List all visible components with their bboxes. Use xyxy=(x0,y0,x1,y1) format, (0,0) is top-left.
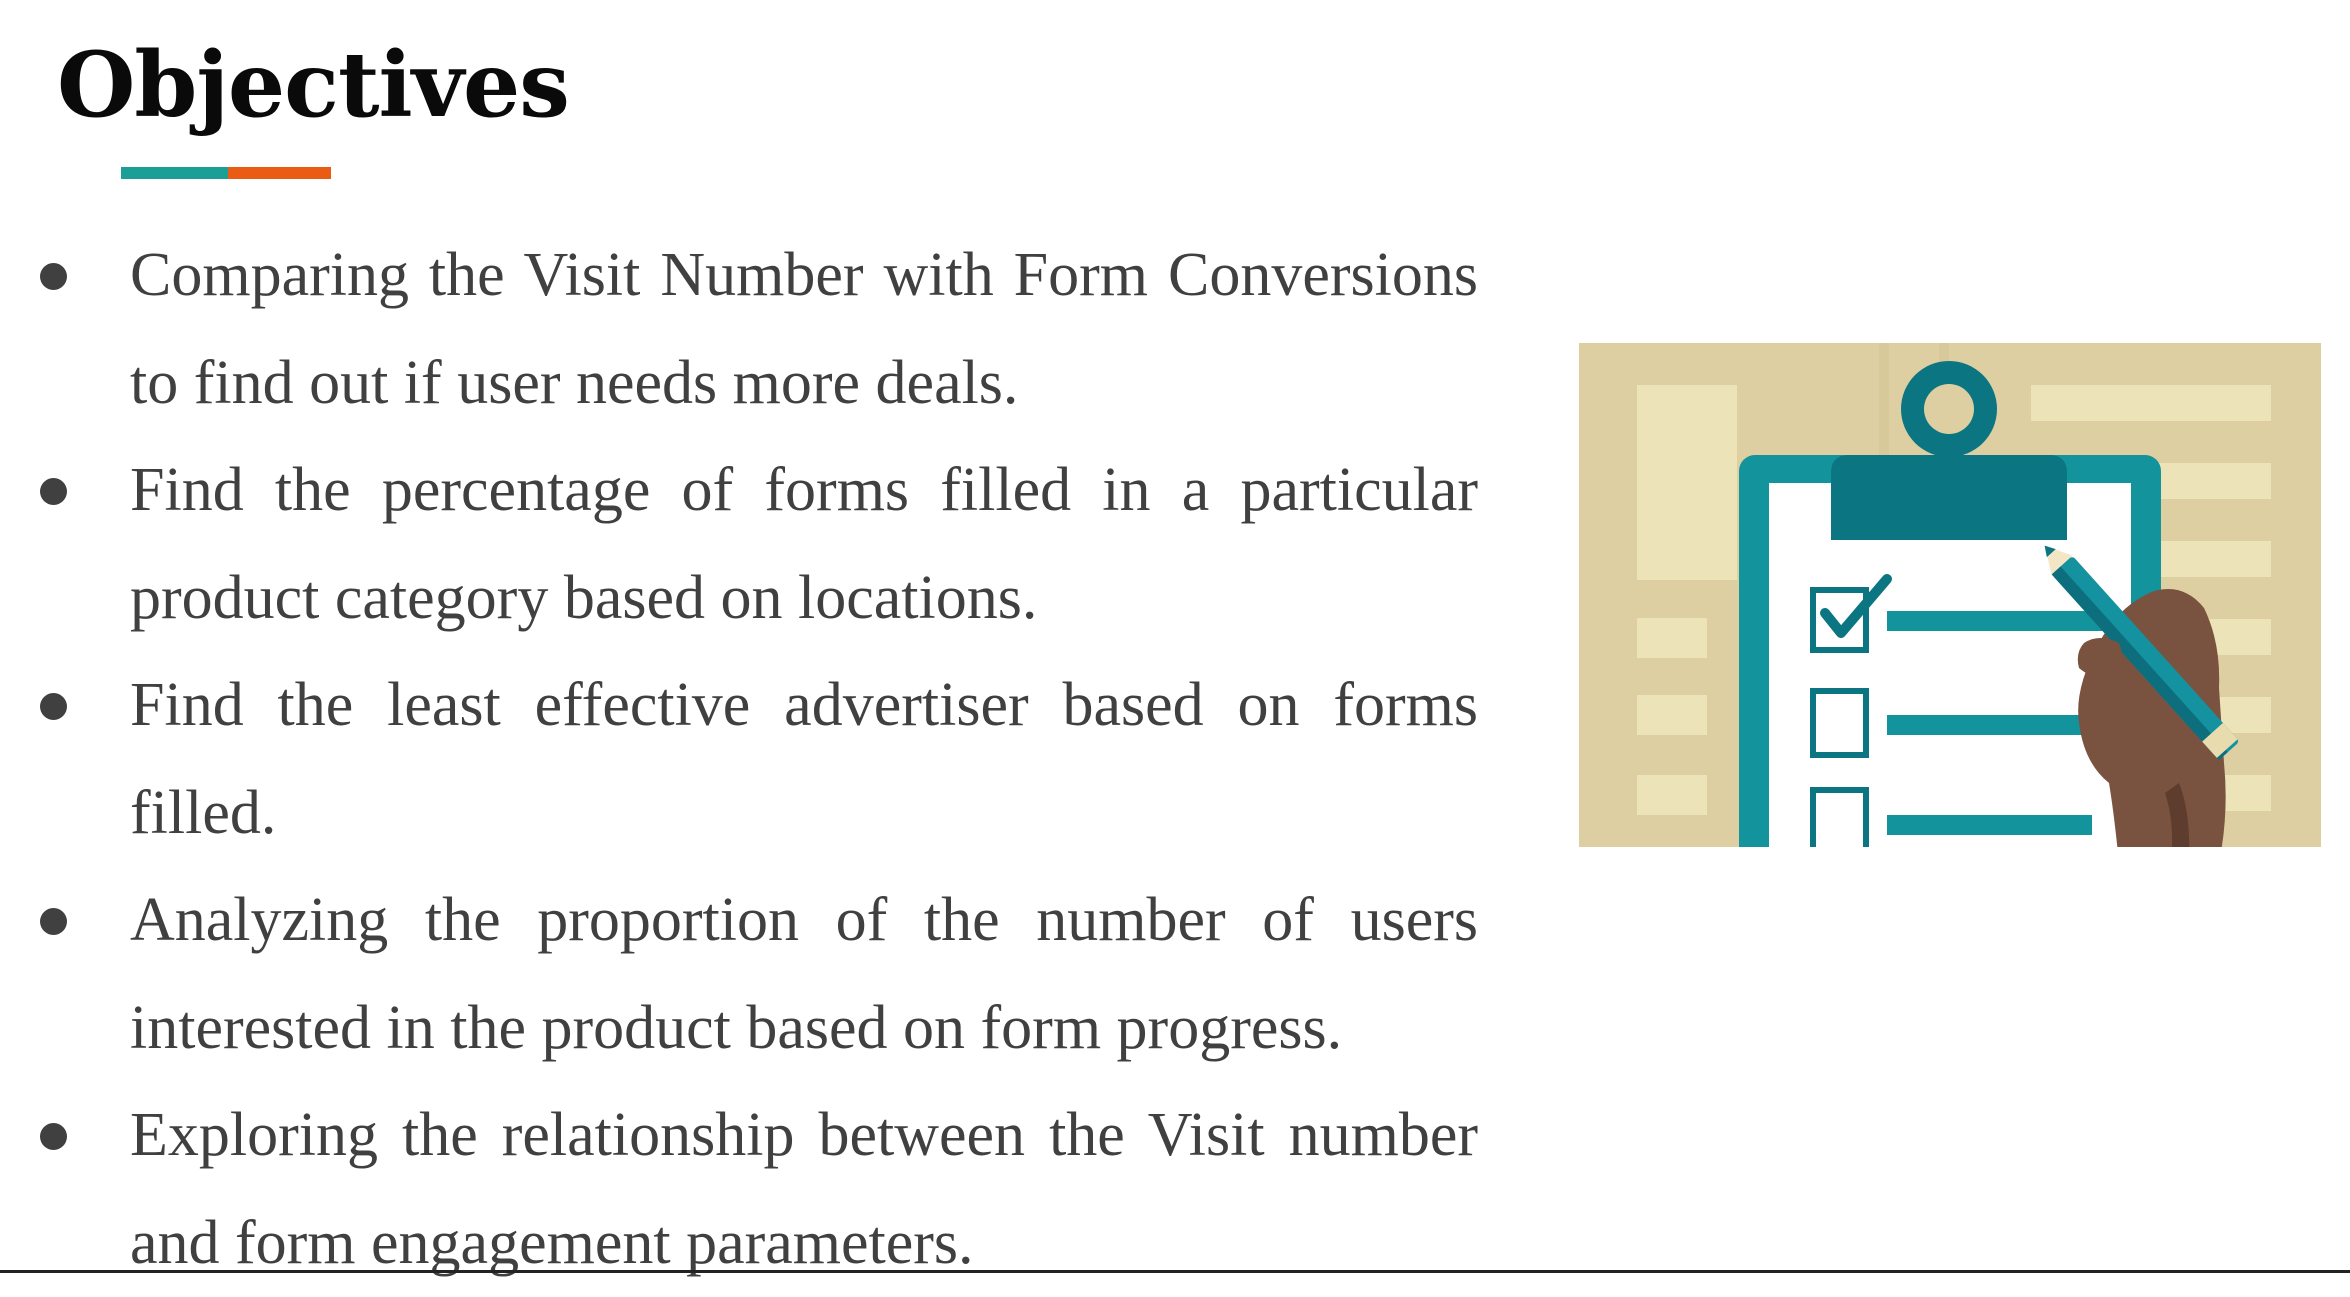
bullet-dot-icon xyxy=(40,908,67,935)
bullet-dot-icon xyxy=(40,1123,67,1150)
objective-text: Analyzing the proportion of the number o… xyxy=(130,886,1478,1062)
objective-text: Exploring the relationship between the V… xyxy=(130,1101,1478,1277)
objective-item: Find the least effective advertiser base… xyxy=(30,652,1478,867)
slide: Objectives Comparing the Visit Number wi… xyxy=(0,0,2350,1277)
title-underline xyxy=(121,167,331,179)
underline-orange-segment xyxy=(228,167,331,179)
objective-item: Find the percentage of forms filled in a… xyxy=(30,437,1478,652)
objectives-list: Comparing the Visit Number with Form Con… xyxy=(30,222,1478,1297)
objective-text: Find the least effective advertiser base… xyxy=(130,671,1478,847)
objective-item: Analyzing the proportion of the number o… xyxy=(30,867,1478,1082)
underline-teal-segment xyxy=(121,167,228,179)
bullet-dot-icon xyxy=(40,478,67,505)
objective-text: Find the percentage of forms filled in a… xyxy=(130,456,1478,632)
clipboard-clip xyxy=(1831,455,2067,540)
objective-item: Exploring the relationship between the V… xyxy=(30,1082,1478,1297)
objective-text: Comparing the Visit Number with Form Con… xyxy=(130,241,1478,417)
bottom-divider xyxy=(0,1270,2350,1273)
slide-title: Objectives xyxy=(57,32,570,138)
bullet-dot-icon xyxy=(40,263,67,290)
clipboard-checklist-icon xyxy=(1579,343,2321,847)
bullet-dot-icon xyxy=(40,693,67,720)
objective-item: Comparing the Visit Number with Form Con… xyxy=(30,222,1478,437)
